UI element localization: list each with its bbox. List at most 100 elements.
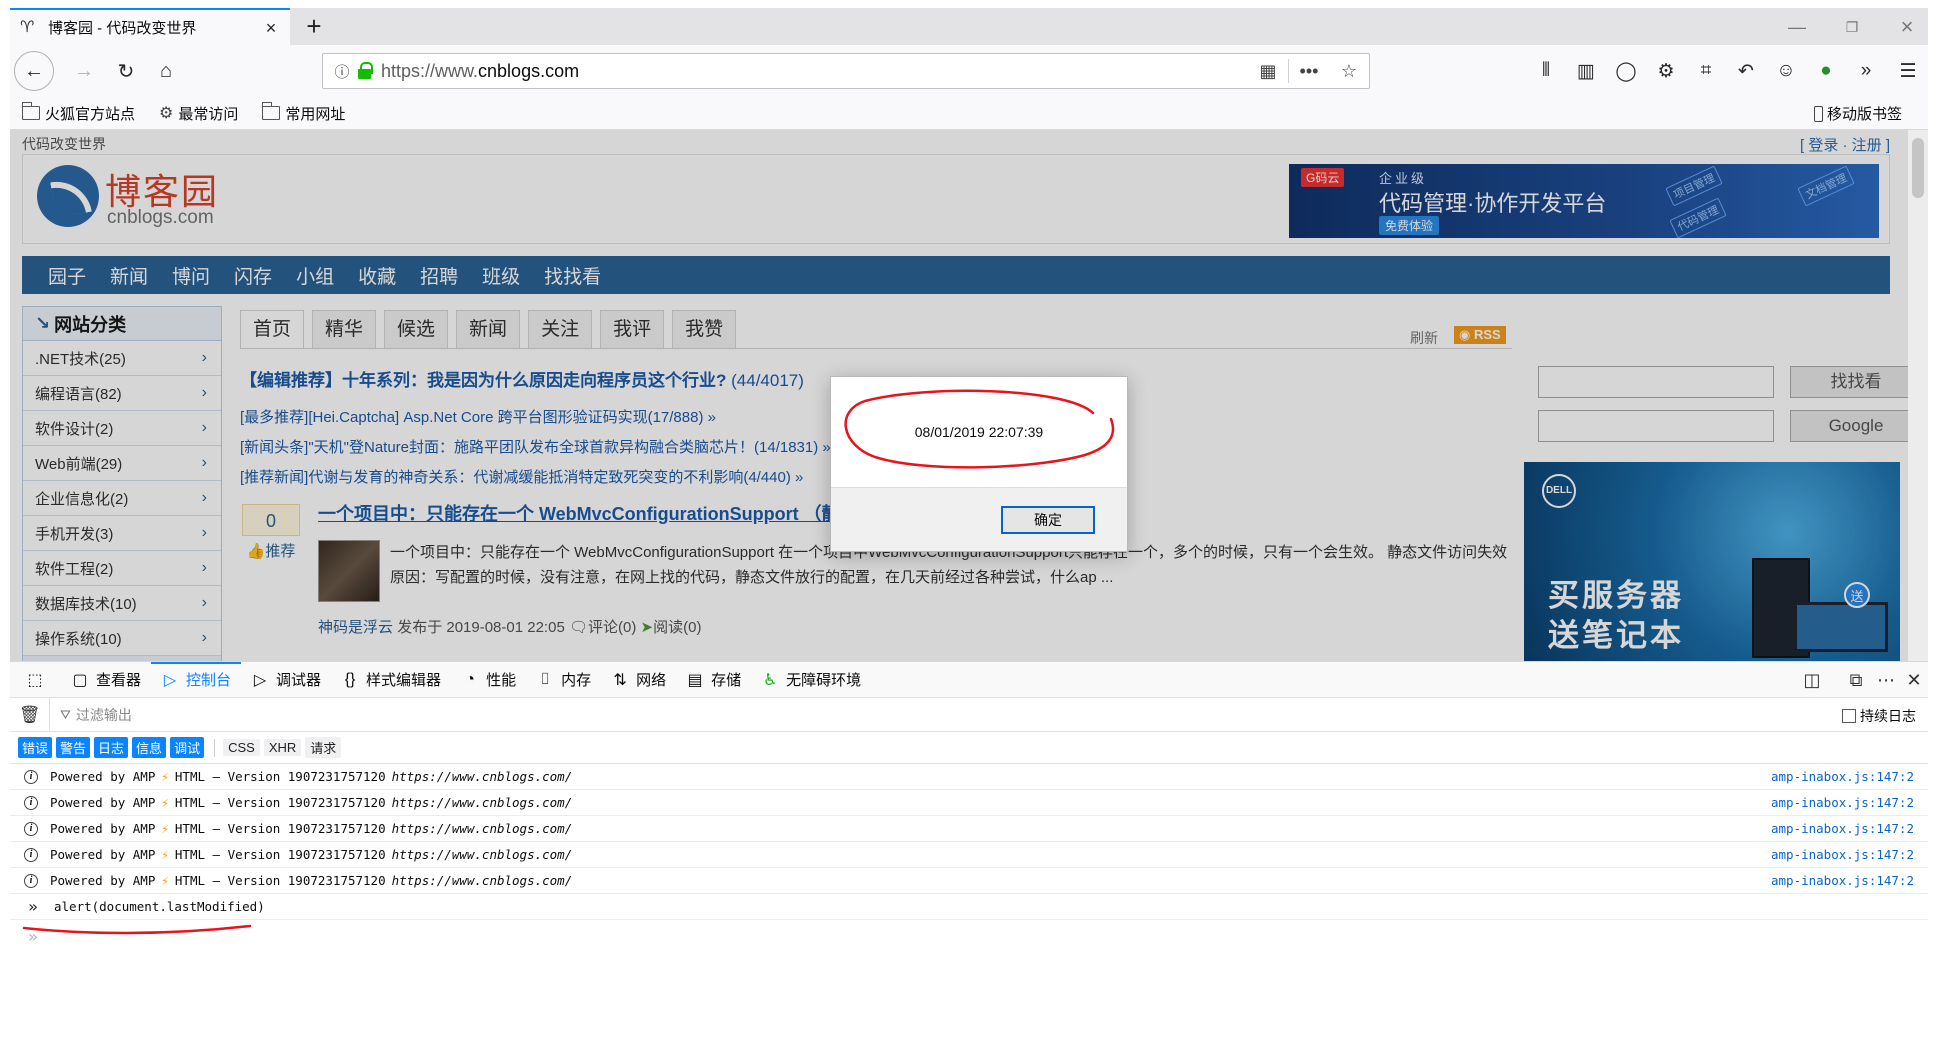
dock-icon[interactable]: ⧉ [1844, 668, 1868, 692]
braces-icon: {} [344, 670, 356, 688]
close-window-button[interactable]: × [1892, 14, 1922, 40]
console-message: i Powered by AMP ⚡ HTML – Version 19072317… [10, 842, 1928, 868]
devtools-tab-label: 存储 [711, 672, 742, 689]
restore-button[interactable]: ❐ [1837, 14, 1867, 40]
devtools-tab[interactable]: {} 样式编辑器 [331, 662, 451, 698]
filter-requests[interactable]: 请求 [305, 737, 342, 758]
extension-green-icon[interactable]: ● [1808, 53, 1844, 89]
close-devtools-icon[interactable]: ✕ [1902, 668, 1926, 692]
account-icon[interactable]: ☺ [1768, 53, 1804, 89]
devtools-tab[interactable]: ▤ 存储 [676, 662, 751, 698]
filter-output-input[interactable]: ⛛ 过滤输出 [60, 705, 132, 725]
extension-circle-icon[interactable]: ◯ [1608, 53, 1644, 89]
message-url[interactable]: https://www.cnblogs.com/ [392, 873, 573, 888]
lock-icon[interactable] [355, 61, 375, 81]
devtools-tab[interactable]: ▷ 控制台 [151, 661, 242, 698]
storage-icon: ▤ [687, 671, 703, 689]
devtools-tab-label: 样式编辑器 [366, 672, 442, 689]
minimize-button[interactable]: — [1782, 14, 1812, 40]
persist-logs-checkbox[interactable] [1842, 709, 1856, 723]
message-url[interactable]: https://www.cnblogs.com/ [392, 795, 573, 810]
info-icon: i [24, 847, 38, 862]
split-console-icon[interactable]: ◫ [1800, 668, 1824, 692]
alert-footer: 确定 [831, 487, 1127, 551]
message-url[interactable]: https://www.cnblogs.com/ [392, 769, 573, 784]
prompt-chevron-icon: » [28, 926, 38, 946]
red-circle-annotation [844, 389, 1115, 469]
url-text[interactable]: https://www.cnblogs.com [381, 61, 1248, 82]
message-suffix: HTML – Version 1907231757120 [174, 821, 386, 836]
filter-xhr[interactable]: XHR [263, 739, 302, 756]
devtools-tab[interactable]: ▷ 调试器 [241, 662, 331, 698]
bookmark-label: 最常访问 [178, 105, 239, 123]
accessibility-icon: ♿ [762, 671, 778, 689]
sidebar-icon[interactable]: ▥ [1568, 53, 1604, 89]
devtools-tab[interactable]: ♿ 无障碍环境 [751, 662, 871, 698]
message-url[interactable]: https://www.cnblogs.com/ [392, 821, 573, 836]
info-icon: i [24, 873, 38, 888]
devtools-tab[interactable]: ⌷ 内存 [526, 662, 601, 698]
message-url[interactable]: https://www.cnblogs.com/ [392, 847, 573, 862]
home-button[interactable]: ⌂ [148, 53, 184, 89]
pick-element-button[interactable]: ⬚ [16, 662, 61, 698]
persist-logs-toggle[interactable]: 持续日志 [1842, 706, 1916, 726]
level-warnings[interactable]: 警告 [56, 737, 91, 758]
level-logs[interactable]: 日志 [94, 737, 129, 758]
gear-icon: ⚙ [159, 105, 174, 122]
message-source-link[interactable]: amp-inabox.js:147:2 [1771, 769, 1914, 784]
devtools-tab-label: 查看器 [96, 672, 142, 689]
extension-gear-icon[interactable]: ⚙ [1648, 53, 1684, 89]
devtools-tab[interactable]: ⇅ 网络 [601, 662, 676, 698]
console-icon: ▷ [163, 671, 177, 689]
bookmark-firefox-official[interactable]: 火狐官方站点 [21, 102, 135, 124]
library-icon[interactable]: ⫴ [1528, 53, 1564, 89]
scrollbar-thumb[interactable] [1912, 138, 1924, 198]
page-actions-icon[interactable]: ••• [1289, 61, 1329, 82]
info-icon[interactable]: ⓘ [329, 61, 355, 82]
overflow-chevron-icon[interactable]: » [1848, 53, 1884, 89]
message-source-link[interactable]: amp-inabox.js:147:2 [1771, 873, 1914, 888]
new-tab-button[interactable]: + [300, 13, 328, 41]
back-button[interactable]: ← [14, 51, 54, 91]
message-text: Powered by AMP [50, 795, 156, 810]
devtools-tab-label: 网络 [636, 672, 667, 689]
devtools-tab[interactable]: ▢ 查看器 [61, 662, 151, 698]
level-separator [214, 738, 216, 757]
debugger-icon: ▷ [253, 671, 267, 689]
filter-icon: ⛛ [60, 706, 71, 722]
browser-window: ♈ 博客园 - 代码改变世界 × + — ❐ × ← → ↻ ⌂ ⓘ https… [10, 8, 1928, 1038]
bookmark-most-visited[interactable]: ⚙ 最常访问 [159, 103, 238, 124]
devtools-tab[interactable]: ◔ 性能 [451, 662, 526, 698]
console-input-line[interactable]: » [10, 920, 1928, 952]
forward-button[interactable]: → [66, 53, 102, 89]
tab-cnblogs[interactable]: ♈ 博客园 - 代码改变世界 × [10, 8, 290, 45]
level-errors[interactable]: 错误 [18, 737, 53, 758]
devtools-menu-icon[interactable]: ⋯ [1874, 668, 1898, 692]
clear-console-icon[interactable]: 🗑 [10, 697, 50, 732]
crop-icon[interactable]: ⌗ [1688, 53, 1724, 89]
message-source-link[interactable]: amp-inabox.js:147:2 [1771, 847, 1914, 862]
qr-code-icon[interactable]: ▦ [1248, 61, 1288, 82]
filter-css[interactable]: CSS [223, 739, 260, 756]
message-source-link[interactable]: amp-inabox.js:147:2 [1771, 795, 1914, 810]
info-icon: i [24, 821, 38, 836]
undo-icon[interactable]: ↶ [1728, 53, 1764, 89]
mobile-bookmarks[interactable]: 移动版书签 [1813, 103, 1902, 124]
devtools-tab-label: 内存 [561, 672, 592, 689]
url-actions: ▦ ••• ☆ [1248, 54, 1369, 88]
log-level-filters: 错误 警告 日志 信息 调试 CSS XHR 请求 [10, 732, 1928, 764]
level-debug[interactable]: 调试 [170, 737, 205, 758]
bookmark-star-icon[interactable]: ☆ [1329, 61, 1369, 82]
bookmark-common-sites[interactable]: 常用网址 [261, 102, 345, 124]
reload-button[interactable]: ↻ [108, 53, 144, 89]
folder-icon [261, 102, 281, 120]
alert-ok-button[interactable]: 确定 [1001, 506, 1095, 534]
url-bar[interactable]: ⓘ https://www.cnblogs.com ▦ ••• ☆ [322, 53, 1370, 89]
devtools-tab-label: 性能 [486, 672, 517, 689]
nav-toolbar: ← → ↻ ⌂ ⓘ https://www.cnblogs.com ▦ ••• … [10, 45, 1928, 97]
page-scrollbar[interactable] [1908, 130, 1928, 661]
level-info[interactable]: 信息 [132, 737, 167, 758]
hamburger-menu-icon[interactable]: ☰ [1890, 53, 1926, 89]
close-tab-icon[interactable]: × [262, 19, 280, 37]
message-source-link[interactable]: amp-inabox.js:147:2 [1771, 821, 1914, 836]
